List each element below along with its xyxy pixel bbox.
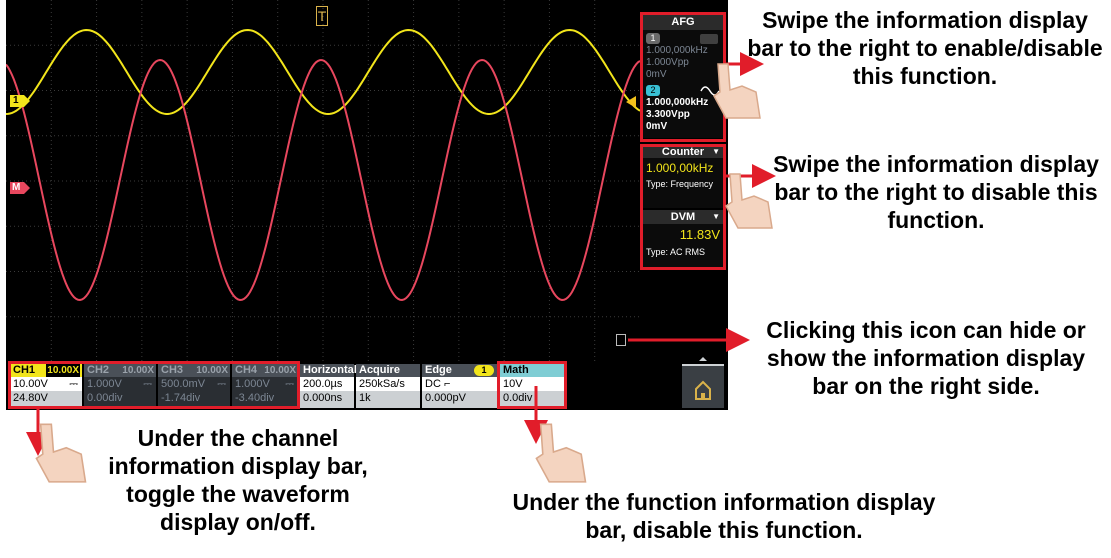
math-callout: Under the function information display b… [512,489,936,544]
counter-callout: Swipe the information display bar to the… [773,151,1099,234]
hand-pointer-icon [35,423,87,483]
channel-callout: Under the channel information display ba… [108,425,368,536]
toggle-callout: Clicking this icon can hide or show the … [766,317,1086,400]
hand-pointer-icon [725,173,773,229]
afg-callout: Swipe the information display bar to the… [747,7,1103,90]
hand-pointer-icon [535,423,587,483]
